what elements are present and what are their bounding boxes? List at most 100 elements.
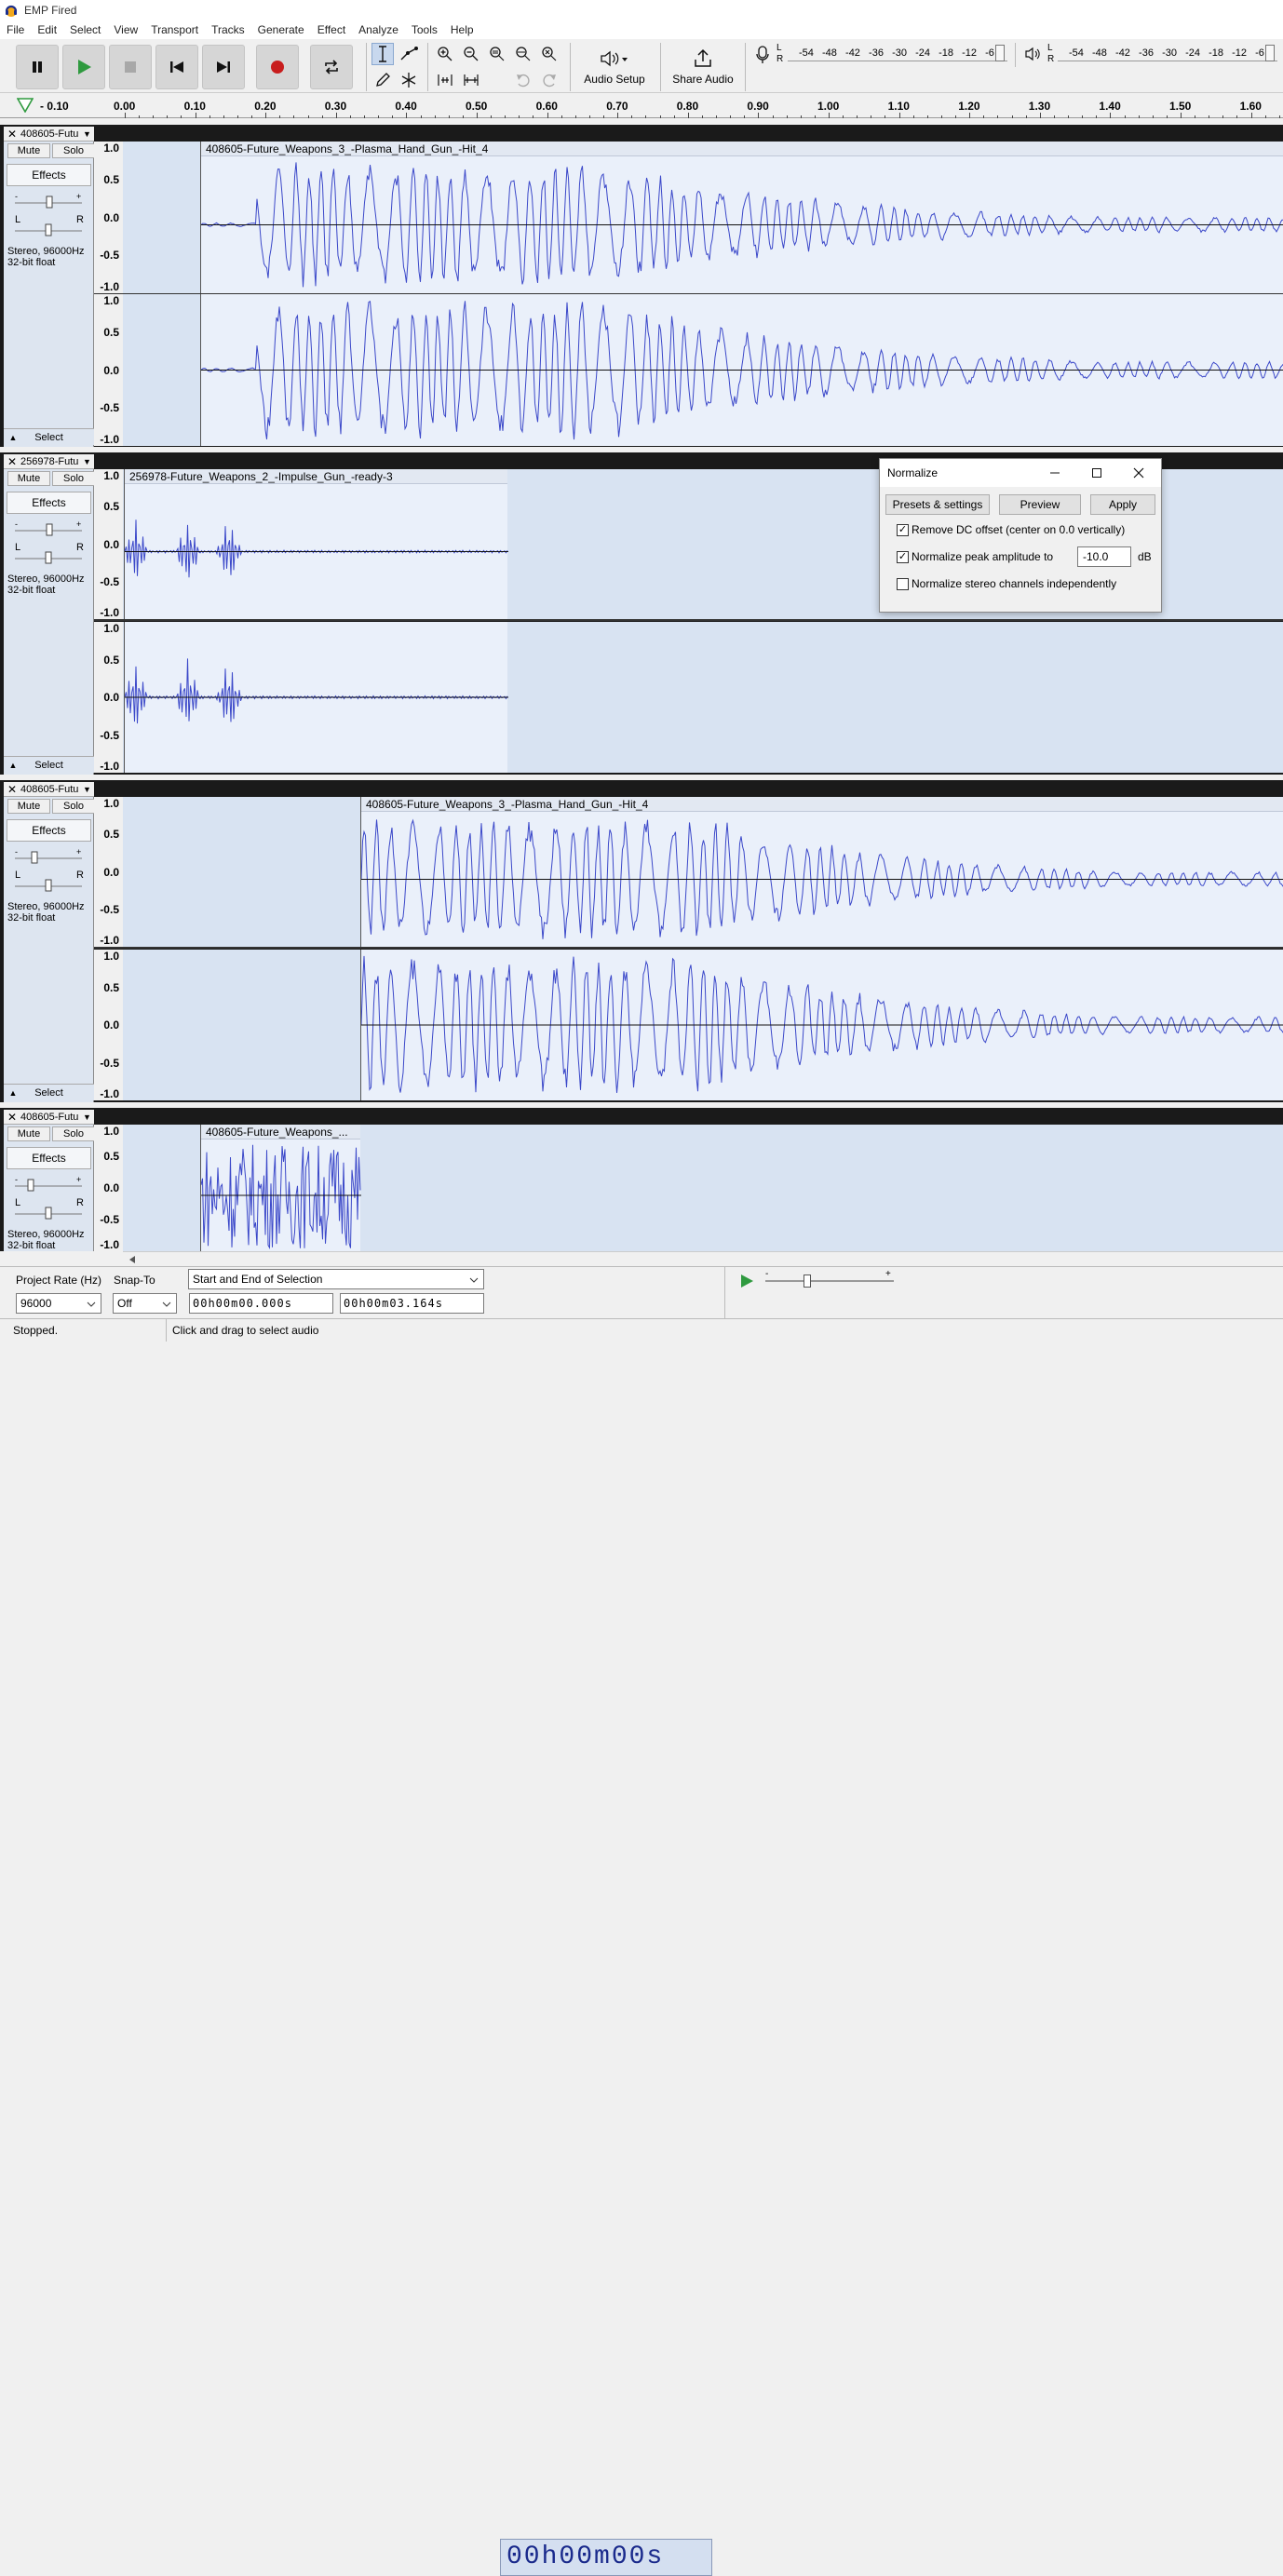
menu-edit[interactable]: Edit	[31, 23, 63, 36]
draw-tool[interactable]	[371, 69, 394, 91]
track-select-button[interactable]: Select	[22, 760, 94, 771]
menu-view[interactable]: View	[107, 23, 144, 36]
effects-button[interactable]: Effects	[7, 819, 91, 842]
selection-mode-select[interactable]: Start and End of Selection	[188, 1269, 484, 1289]
track-name-bar[interactable]: ✕ 408605-Futu ▼	[4, 127, 94, 142]
clip-name[interactable]: 408605-Future_Weapons_3_-Plasma_Hand_Gun…	[361, 797, 1283, 812]
playback-meter-handle[interactable]	[1265, 45, 1275, 61]
share-audio-button[interactable]: Share Audio	[667, 45, 739, 89]
audio-clip[interactable]: 408605-Future_Weapons_...	[200, 1125, 361, 1251]
channel-wave-area[interactable]	[123, 950, 1283, 1100]
track-menu-chevron-icon[interactable]: ▼	[83, 457, 94, 466]
selection-start-time[interactable]: 00h00m00.000s	[189, 1293, 333, 1314]
stop-button[interactable]	[109, 45, 152, 89]
mute-button[interactable]: Mute	[7, 143, 50, 158]
stereo-independent-checkbox[interactable]	[897, 578, 909, 590]
track-name-bar[interactable]: ✕ 408605-Futu ▼	[4, 782, 94, 797]
gain-slider[interactable]: - +	[15, 849, 82, 864]
audio-clip[interactable]	[200, 294, 1283, 446]
track-close-icon[interactable]: ✕	[4, 1111, 20, 1124]
clip-name[interactable]: 408605-Future_Weapons_3_-Plasma_Hand_Gun…	[201, 142, 1283, 156]
horizontal-scrollbar[interactable]	[123, 1251, 1283, 1266]
menu-help[interactable]: Help	[444, 23, 480, 36]
track-name-bar[interactable]: ✕ 408605-Futu ▼	[4, 1110, 94, 1125]
solo-button[interactable]: Solo	[52, 471, 95, 486]
audio-clip[interactable]	[124, 622, 508, 773]
solo-button[interactable]: Solo	[52, 799, 95, 814]
gain-slider[interactable]: - +	[15, 194, 82, 209]
track-close-icon[interactable]: ✕	[4, 128, 20, 141]
timeline-ruler[interactable]: - 0.10 0.00 0.10 0.20 0.30 0.40 0.50 0.60 0.70 0…	[0, 94, 1283, 118]
scroll-left-icon[interactable]	[128, 1255, 136, 1264]
skip-start-button[interactable]	[155, 45, 198, 89]
mute-button[interactable]: Mute	[7, 799, 50, 814]
solo-button[interactable]: Solo	[52, 1126, 95, 1141]
play-speed-handle[interactable]	[804, 1275, 811, 1288]
channel-wave-area[interactable]: 408605-Future_Weapons_3_-Plasma_Hand_Gun…	[123, 142, 1283, 293]
loop-button[interactable]	[310, 45, 353, 89]
audio-clip[interactable]	[360, 950, 1283, 1100]
silence-audio-button[interactable]	[460, 69, 482, 91]
track-close-icon[interactable]: ✕	[4, 455, 20, 468]
channel-wave-area[interactable]: 408605-Future_Weapons_3_-Plasma_Hand_Gun…	[123, 797, 1283, 947]
audio-position-display[interactable]: 00h00m00s	[500, 2539, 712, 2576]
menu-tools[interactable]: Tools	[405, 23, 444, 36]
channel-wave-area[interactable]: 408605-Future_Weapons_...	[123, 1125, 1283, 1251]
speaker-meter-icon[interactable]	[1024, 46, 1043, 62]
playback-meter[interactable]: -54 -48 -42 -36 -30 -24 -18 -12 -6	[1058, 45, 1277, 61]
menu-analyze[interactable]: Analyze	[352, 23, 405, 36]
menu-file[interactable]: File	[0, 23, 31, 36]
audio-clip[interactable]: 256978-Future_Weapons_2_-Impulse_Gun_-re…	[124, 469, 508, 619]
trim-audio-button[interactable]	[434, 69, 456, 91]
track-menu-chevron-icon[interactable]: ▼	[83, 1113, 94, 1122]
effects-button[interactable]: Effects	[7, 164, 91, 186]
audio-clip[interactable]: 408605-Future_Weapons_3_-Plasma_Hand_Gun…	[360, 797, 1283, 947]
zoom-in-button[interactable]	[434, 43, 456, 65]
remove-dc-checkbox[interactable]: ✓	[897, 524, 909, 536]
track-close-icon[interactable]: ✕	[4, 783, 20, 796]
play-button[interactable]	[62, 45, 105, 89]
solo-button[interactable]: Solo	[52, 143, 95, 158]
skip-end-button[interactable]	[202, 45, 245, 89]
play-speed-slider[interactable]	[765, 1280, 894, 1282]
selection-tool[interactable]	[371, 43, 394, 65]
play-at-speed-icon[interactable]	[738, 1273, 755, 1289]
pan-slider[interactable]	[15, 877, 82, 892]
track-select-button[interactable]: Select	[22, 1087, 94, 1099]
record-button[interactable]	[256, 45, 299, 89]
peak-amplitude-input[interactable]: -10.0	[1077, 546, 1131, 567]
undo-button[interactable]	[512, 69, 534, 91]
track-menu-chevron-icon[interactable]: ▼	[83, 129, 94, 139]
track-name-bar[interactable]: ✕ 256978-Futu ▼	[4, 454, 94, 469]
pause-button[interactable]	[16, 45, 59, 89]
collapse-track-icon[interactable]: ▲	[4, 433, 22, 442]
mute-button[interactable]: Mute	[7, 1126, 50, 1141]
collapse-track-icon[interactable]: ▲	[4, 1088, 22, 1098]
effects-button[interactable]: Effects	[7, 1147, 91, 1169]
multi-tool[interactable]	[398, 69, 420, 91]
track-select-button[interactable]: Select	[22, 432, 94, 443]
menu-select[interactable]: Select	[63, 23, 107, 36]
play-head-triangle-icon[interactable]	[17, 98, 34, 113]
effects-button[interactable]: Effects	[7, 492, 91, 514]
maximize-button[interactable]	[1076, 459, 1117, 487]
redo-button[interactable]	[538, 69, 560, 91]
menu-generate[interactable]: Generate	[251, 23, 311, 36]
channel-wave-area[interactable]	[123, 294, 1283, 446]
fit-project-button[interactable]	[512, 43, 534, 65]
microphone-icon[interactable]	[754, 45, 771, 65]
envelope-tool[interactable]	[398, 43, 420, 65]
pan-slider[interactable]	[15, 549, 82, 564]
normalize-peak-checkbox[interactable]: ✓	[897, 551, 909, 563]
record-meter[interactable]: -54 -48 -42 -36 -30 -24 -18 -12 -6	[788, 45, 1007, 61]
presets-settings-button[interactable]: Presets & settings	[885, 494, 990, 515]
audio-clip[interactable]: 408605-Future_Weapons_3_-Plasma_Hand_Gun…	[200, 142, 1283, 293]
fit-selection-button[interactable]	[486, 43, 508, 65]
minimize-button[interactable]	[1034, 459, 1075, 487]
apply-button[interactable]: Apply	[1090, 494, 1155, 515]
clip-name[interactable]: 408605-Future_Weapons_...	[201, 1125, 360, 1140]
menu-transport[interactable]: Transport	[144, 23, 205, 36]
snap-to-select[interactable]: Off	[113, 1293, 177, 1314]
close-button[interactable]	[1118, 459, 1159, 487]
selection-end-time[interactable]: 00h00m03.164s	[340, 1293, 484, 1314]
